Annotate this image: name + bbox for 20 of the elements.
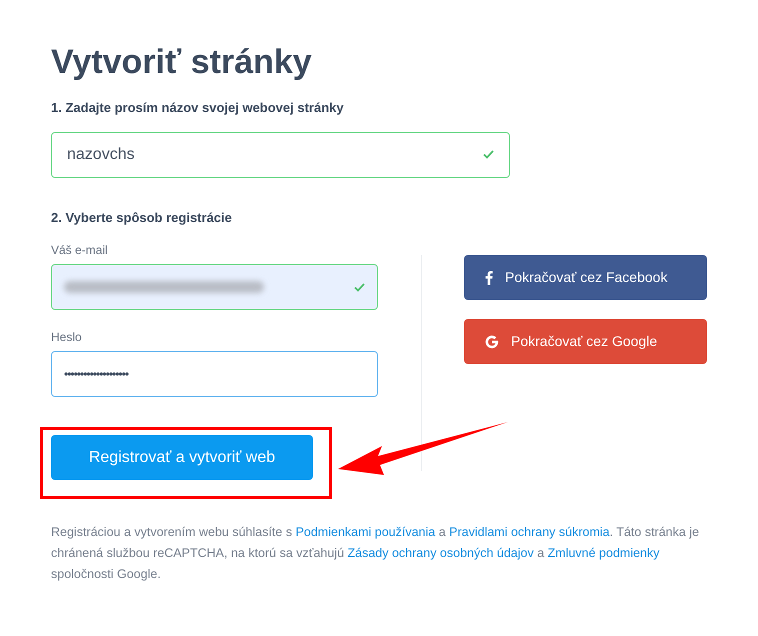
facebook-icon [485,270,493,284]
field-label: Heslo [51,329,83,346]
legal-text: Registráciou a vytvorením webu súhlasíte s Podmienkami používania a Pravidlami ochrany súkromia. Táto stránka je chránená službou reCAPTCHA, na ktorú sa vzťahujú Zásady ochrany osobných údajov a Zmluvné podmienky spoločnosti Google. [51,524,700,583]
check-icon [483,150,494,159]
site-name-field[interactable]: nazovchs [51,132,510,178]
field-label: Váš e-mail [51,242,109,259]
facebook-button[interactable]: Pokračovať cez Facebook [464,255,707,300]
section-label: 1. Zadajte prosím názov svojej webovej stránky [51,99,345,117]
email-field[interactable] [51,264,378,310]
page-title: Vytvoriť stránky [51,42,313,83]
google-icon [485,334,499,348]
text-link[interactable]: Podmienkami používania [296,525,436,539]
section-label: 2. Vyberte spôsob registrácie [51,208,233,227]
text-link[interactable]: Pravidlami ochrany súkromia [449,525,610,539]
text-link[interactable]: Zmluvné podmienky [548,546,660,560]
check-icon [354,282,365,292]
text-link[interactable]: Zásady ochrany osobných údajov [348,546,534,560]
register-button[interactable]: Registrovať a vytvoriť web [51,435,313,480]
google-button[interactable]: Pokračovať cez Google [464,319,707,364]
password-field[interactable]: •••••••••••••••••••• [51,351,378,397]
